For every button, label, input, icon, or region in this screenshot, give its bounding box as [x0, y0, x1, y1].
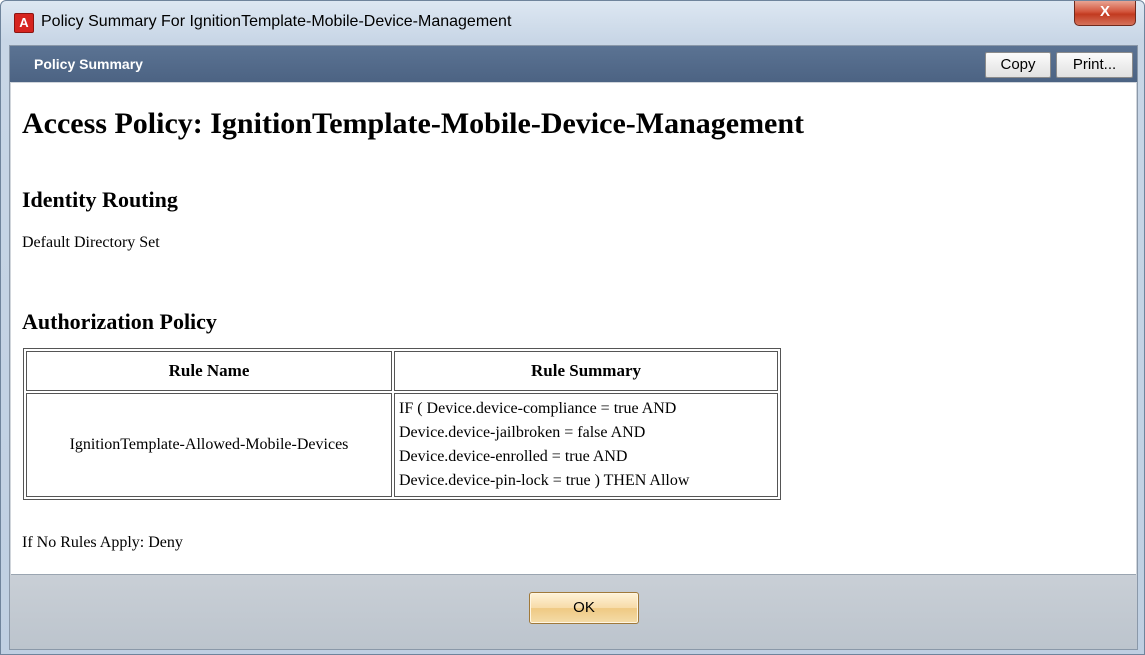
default-action-text: If No Rules Apply: Deny — [22, 534, 183, 551]
rule-summary-line: IF ( Device.device-compliance = true AND — [399, 400, 677, 417]
panel-title: Policy Summary — [34, 56, 143, 72]
page-title: Access Policy: IgnitionTemplate-Mobile-D… — [22, 107, 805, 140]
rule-summary-line: Device.device-enrolled = true AND — [399, 448, 628, 465]
rules-table: Rule Name Rule Summary IgnitionTemplate-… — [23, 348, 781, 500]
identity-routing-value: Default Directory Set — [22, 234, 160, 251]
table-header-row: Rule Name Rule Summary — [26, 351, 778, 391]
rule-summary-line: Device.device-pin-lock = true ) THEN All… — [399, 472, 690, 489]
close-button[interactable]: X — [1074, 1, 1136, 26]
title-bar[interactable]: A Policy Summary For IgnitionTemplate-Mo… — [1, 1, 1144, 45]
print-button[interactable]: Print... — [1056, 52, 1133, 78]
app-logo-icon: A — [14, 13, 34, 33]
dialog-client-area: Policy Summary Copy Print... Access Poli… — [9, 45, 1138, 650]
copy-button[interactable]: Copy — [985, 52, 1051, 78]
authorization-policy-heading: Authorization Policy — [22, 309, 217, 334]
column-header-rule-summary: Rule Summary — [394, 351, 778, 391]
identity-routing-heading: Identity Routing — [22, 187, 178, 212]
rule-name-cell: IgnitionTemplate-Allowed-Mobile-Devices — [26, 393, 392, 497]
rule-summary-line: Device.device-jailbroken = false AND — [399, 424, 646, 441]
policy-content: Access Policy: IgnitionTemplate-Mobile-D… — [11, 83, 1136, 575]
panel-header: Policy Summary Copy Print... — [10, 46, 1137, 82]
column-header-rule-name: Rule Name — [26, 351, 392, 391]
table-row: IgnitionTemplate-Allowed-Mobile-Devices … — [26, 393, 778, 497]
ok-button[interactable]: OK — [529, 592, 639, 624]
dialog-footer: OK — [10, 575, 1137, 649]
policy-summary-window: A Policy Summary For IgnitionTemplate-Mo… — [0, 0, 1145, 655]
window-title: Policy Summary For IgnitionTemplate-Mobi… — [41, 13, 512, 30]
rule-summary-cell: IF ( Device.device-compliance = true AND… — [394, 393, 778, 497]
